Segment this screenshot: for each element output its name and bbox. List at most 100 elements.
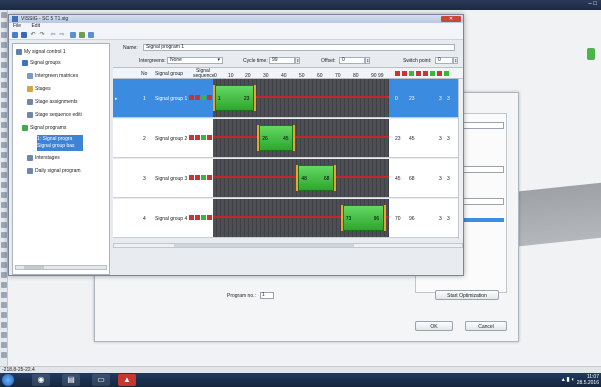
col-no[interactable]: No: [141, 71, 147, 77]
switch-point-input[interactable]: 0: [435, 57, 453, 64]
cycle-time-input[interactable]: 99: [269, 57, 295, 64]
explorer-icon[interactable]: ▤: [62, 374, 80, 386]
col-signal-sequence[interactable]: Signal sequence: [193, 69, 215, 79]
red-icon: [195, 135, 200, 140]
tree-item-stage-assignments[interactable]: Stage assignments: [27, 98, 78, 106]
scroll-thumb[interactable]: [174, 244, 354, 247]
tree-root[interactable]: My signal control 1: [16, 48, 66, 56]
toolbar-icon[interactable]: [1, 282, 7, 288]
system-tray[interactable]: ▴ ▮ ◐: [562, 376, 575, 383]
intergreens-select[interactable]: None ▾: [167, 57, 223, 64]
toolbar-icon[interactable]: [1, 302, 7, 308]
name-input[interactable]: Signal program 1: [143, 44, 455, 51]
signal-group-name: Signal group 3: [155, 176, 188, 182]
forward-icon[interactable]: ⇨: [59, 32, 65, 38]
green-end-label: 45: [283, 136, 289, 142]
tree-item-signal-programs[interactable]: Signal programs: [22, 124, 66, 132]
toolbar-icon[interactable]: [1, 132, 7, 138]
toolbar-icon[interactable]: [1, 322, 7, 328]
offset-input[interactable]: 0: [339, 57, 365, 64]
tree-item-stages[interactable]: Stages: [27, 85, 51, 93]
col-signal-group[interactable]: Signal group: [155, 71, 183, 77]
tree-item-interstages[interactable]: Interstages: [27, 154, 60, 162]
toolbar-icon[interactable]: [1, 22, 7, 28]
grid-icon[interactable]: [79, 32, 85, 38]
toolbar-icon[interactable]: [1, 202, 7, 208]
toolbar-icon[interactable]: [1, 222, 7, 228]
app-window-controls[interactable]: – □: [588, 1, 597, 7]
timeline-track[interactable]: [213, 119, 389, 157]
toolbar-icon[interactable]: [1, 12, 7, 18]
tree-item-intergreen-matrices[interactable]: Intergreen matrices: [27, 72, 78, 80]
grid-vertical-scrollbar[interactable]: [458, 79, 463, 239]
scroll-thumb[interactable]: [24, 266, 44, 269]
grid-horizontal-scrollbar[interactable]: [113, 243, 463, 248]
toolbar-icon[interactable]: [1, 292, 7, 298]
undo-icon[interactable]: ↶: [30, 32, 36, 38]
tree-item-daily-signal-program[interactable]: Daily signal program: [27, 167, 81, 175]
toolbar-icon[interactable]: [1, 172, 7, 178]
toolbar-icon[interactable]: [1, 252, 7, 258]
pdf-icon[interactable]: ▲: [118, 374, 136, 386]
toolbar-icon[interactable]: [1, 52, 7, 58]
toolbar-icon[interactable]: [1, 342, 7, 348]
toolbar-icon[interactable]: [1, 122, 7, 128]
folder-icon[interactable]: ▭: [92, 374, 110, 386]
cancel-button[interactable]: Cancel: [465, 321, 507, 331]
toolbar-icon[interactable]: [1, 62, 7, 68]
toolbar-icon[interactable]: [1, 312, 7, 318]
close-icon[interactable]: ✕: [441, 16, 461, 22]
signal-group-row[interactable]: 3 Signal group 3 48 68 45 68 3 3: [113, 159, 463, 198]
tree-item-stage-sequence[interactable]: Stage sequence editi: [27, 111, 82, 119]
signal-group-row[interactable]: 2 Signal group 2 26 45 23 45 3 3: [113, 119, 463, 158]
green-end-label: 23: [243, 96, 250, 102]
menu-edit[interactable]: Edit: [31, 23, 40, 29]
toolbar-icon[interactable]: [1, 112, 7, 118]
toolbar-icon[interactable]: [1, 232, 7, 238]
toolbar-icon[interactable]: [1, 42, 7, 48]
toolbar-icon[interactable]: [1, 102, 7, 108]
tree-item-signal-groups[interactable]: Signal groups: [22, 59, 61, 67]
toolbar-icon[interactable]: [1, 32, 7, 38]
save-icon[interactable]: [21, 32, 27, 38]
tree-horizontal-scrollbar[interactable]: [15, 265, 107, 270]
green-start-label: 26: [262, 136, 268, 142]
window-titlebar[interactable]: VISSIG - SC 5 T1.sig ✕: [9, 15, 463, 23]
new-icon[interactable]: [12, 32, 18, 38]
signal-group-row[interactable]: ▸ 1 Signal group 1 1 23 0 23 3 3: [113, 79, 463, 118]
toolbar-icon[interactable]: [1, 352, 7, 358]
toolbar-icon[interactable]: [1, 92, 7, 98]
start-optimization-button[interactable]: Start Optimization: [435, 290, 499, 300]
view-icon[interactable]: [70, 32, 76, 38]
cycle-time-stepper[interactable]: ⇕: [295, 57, 300, 64]
program-no-input[interactable]: 1: [260, 292, 274, 299]
toolbar-icon[interactable]: [1, 242, 7, 248]
layout-icon[interactable]: [88, 32, 94, 38]
ok-button[interactable]: OK: [415, 321, 453, 331]
switch-point-stepper[interactable]: ⇕: [453, 57, 458, 64]
toolbar-icon[interactable]: [1, 162, 7, 168]
toolbar-icon[interactable]: [1, 72, 7, 78]
tree-item-signal-program-1[interactable]: 1: Signal progra Signal group bas: [37, 135, 83, 151]
toolbar-icon[interactable]: [1, 142, 7, 148]
toolbar-icon[interactable]: [1, 152, 7, 158]
green-end-value: 96: [409, 216, 415, 222]
toolbar-icon[interactable]: [1, 332, 7, 338]
redo-icon[interactable]: ↷: [39, 32, 45, 38]
toolbar-icon[interactable]: [1, 192, 7, 198]
amber-marker: [212, 85, 215, 111]
toolbar-icon[interactable]: [1, 182, 7, 188]
toolbar-icon[interactable]: [1, 82, 7, 88]
tree-item-label: Signal group bas: [37, 143, 75, 149]
clock[interactable]: 11:07 28.5.2016: [577, 374, 599, 386]
toolbar-icon[interactable]: [1, 212, 7, 218]
amber-marker: [333, 165, 336, 191]
back-icon[interactable]: ⇦: [50, 32, 56, 38]
toolbar-icon[interactable]: [1, 262, 7, 268]
toolbar-icon[interactable]: [1, 272, 7, 278]
start-button[interactable]: [2, 374, 14, 386]
browser-icon[interactable]: ◉: [32, 374, 50, 386]
offset-stepper[interactable]: ⇕: [365, 57, 370, 64]
signal-group-row[interactable]: 4 Signal group 4 73 96 70 96 3 3: [113, 199, 463, 238]
menu-file[interactable]: File: [13, 23, 21, 29]
